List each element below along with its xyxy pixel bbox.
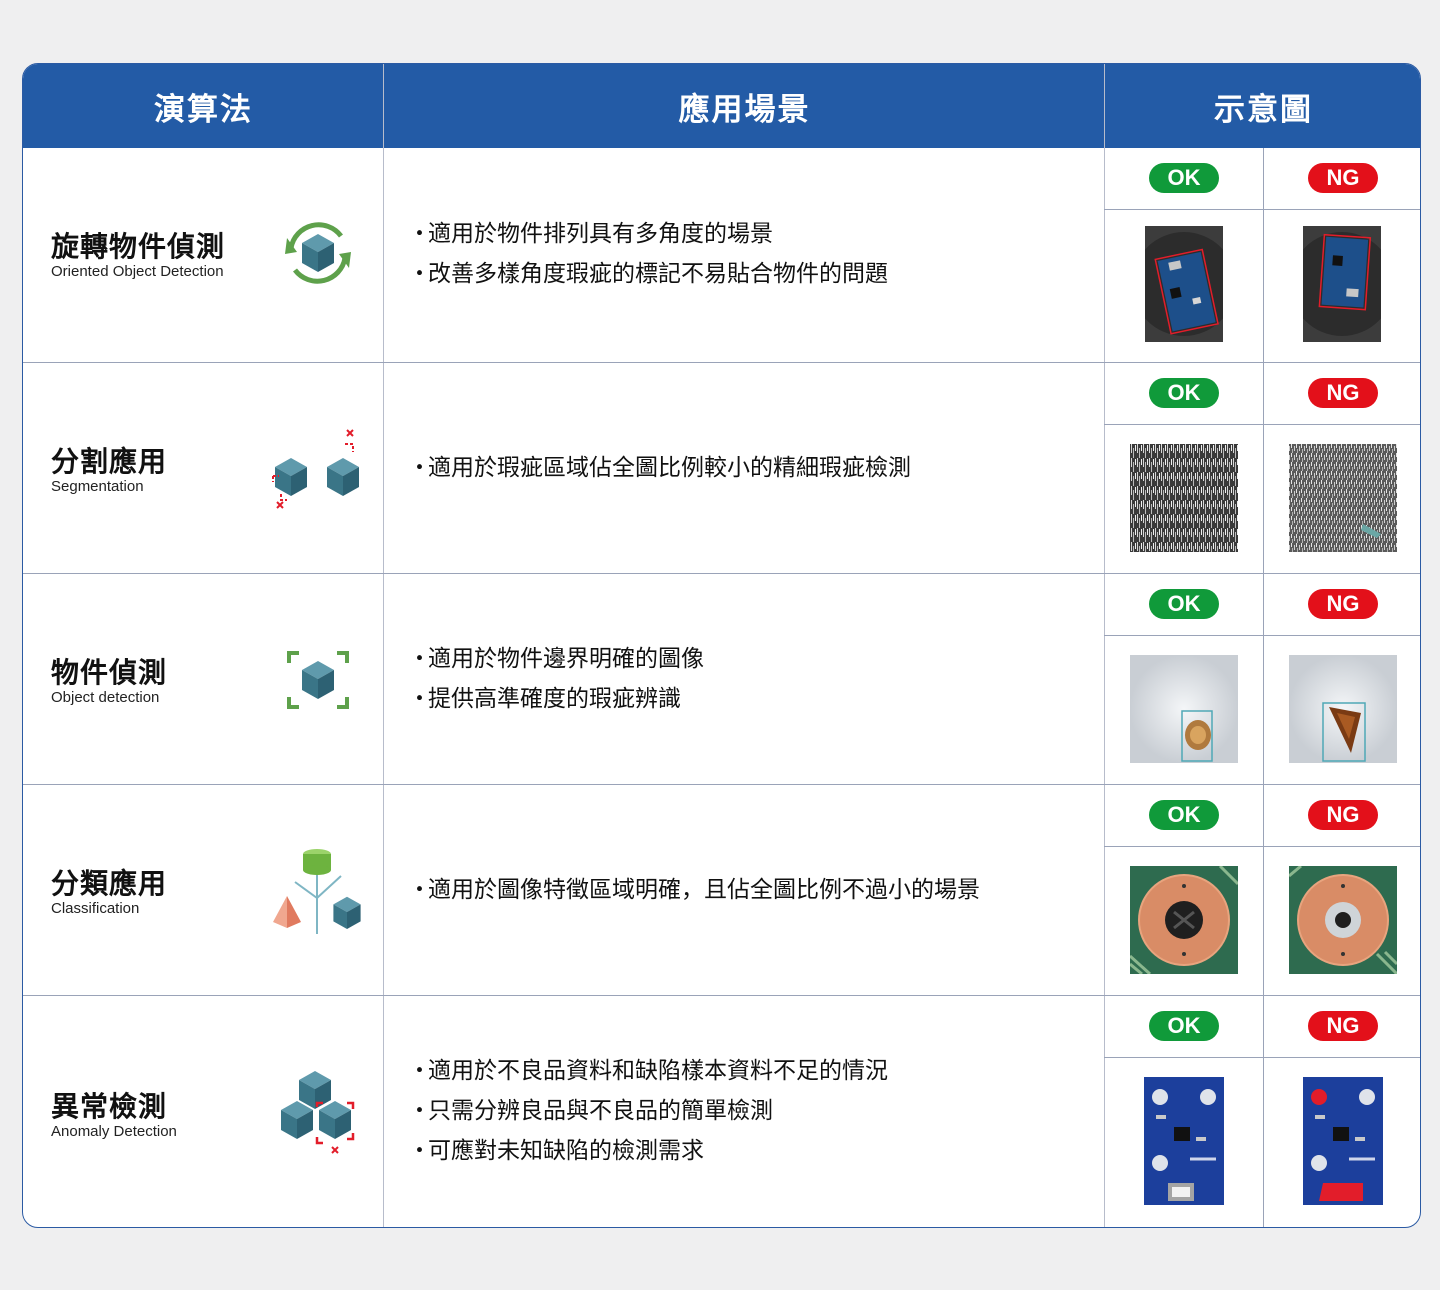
header-illustration: 示意圖: [1214, 91, 1313, 128]
detect-cube-icon: [287, 651, 349, 709]
ng-badge: NG: [1308, 1011, 1378, 1041]
ok-badge: OK: [1149, 163, 1219, 193]
scenario-cell: 適用於圖像特徵區域明確，且佔全圖比例不過小的場景: [406, 870, 1126, 910]
scenario-bullet: 適用於瑕疵區域佔全圖比例較小的精細瑕疵檢測: [406, 448, 1126, 488]
scenario-bullet: 適用於不良品資料和缺陷樣本資料不足的情況: [406, 1051, 1126, 1091]
segment-cubes-icon: [272, 429, 359, 509]
algorithm-name-en: Anomaly Detection: [51, 1123, 177, 1140]
algorithm-name: 物件偵測: [51, 656, 168, 689]
ok-sample-image: [1130, 655, 1238, 763]
table-row: 異常檢測 Anomaly Detection 適用於不良品資料和缺陷樣本資料不足…: [23, 995, 1420, 1227]
table-row: 分類應用 Classification 適用於圖像特徵區域明確，且佔全圖比例不過…: [23, 784, 1420, 995]
ng-badge: NG: [1308, 800, 1378, 830]
ng-sample-image: [1289, 866, 1397, 974]
algorithm-name-en: Object detection: [51, 689, 160, 706]
ng-sample-image: [1303, 226, 1381, 342]
algorithm-name: 旋轉物件偵測: [51, 230, 226, 263]
algorithm-name-en: Classification: [51, 900, 140, 917]
algorithm-name: 異常檢測: [51, 1090, 168, 1123]
algorithm-table: 演算法 應用場景 示意圖 旋轉物件偵測 Oriented Object Dete…: [22, 63, 1421, 1228]
scenario-bullet: 適用於物件邊界明確的圖像: [406, 639, 1126, 679]
ng-sample-image: [1289, 655, 1397, 763]
ok-badge: OK: [1149, 378, 1219, 408]
ok-badge: OK: [1149, 589, 1219, 619]
classify-shapes-icon: [273, 849, 361, 934]
algorithm-name: 分類應用: [51, 867, 168, 900]
ok-sample-image: [1130, 866, 1238, 974]
table-row: 分割應用 Segmentation 適用於瑕疵區域佔全圖比例較小的精細瑕疵檢測 …: [23, 362, 1420, 573]
ok-sample-image: [1145, 226, 1223, 342]
table-row: 旋轉物件偵測 Oriented Object Detection 適用於物件排列…: [23, 148, 1420, 362]
scenario-cell: 適用於不良品資料和缺陷樣本資料不足的情況 只需分辨良品與不良品的簡單檢測 可應對…: [406, 1051, 1126, 1171]
scenario-bullet: 改善多樣角度瑕疵的標記不易貼合物件的問題: [406, 254, 1126, 294]
header-algorithm: 演算法: [154, 91, 253, 128]
ng-badge: NG: [1308, 163, 1378, 193]
header-scenario: 應用場景: [678, 91, 811, 128]
ng-sample-image: [1289, 444, 1397, 552]
table-row: 物件偵測 Object detection 適用於物件邊界明確的圖像 提供高準確…: [23, 573, 1420, 784]
table-header: 演算法 應用場景 示意圖: [23, 64, 1420, 148]
scenario-bullet: 提供高準確度的瑕疵辨識: [406, 679, 1126, 719]
ok-sample-image: [1144, 1077, 1224, 1205]
anomaly-cubes-icon: [281, 1071, 355, 1154]
algorithm-name-en: Segmentation: [51, 478, 144, 495]
scenario-cell: 適用於瑕疵區域佔全圖比例較小的精細瑕疵檢測: [406, 448, 1126, 488]
scenario-bullet: 適用於物件排列具有多角度的場景: [406, 214, 1126, 254]
ok-sample-image: [1130, 444, 1238, 552]
scenario-bullet: 只需分辨良品與不良品的簡單檢測: [406, 1091, 1126, 1131]
scenario-bullet: 適用於圖像特徵區域明確，且佔全圖比例不過小的場景: [406, 870, 1126, 910]
ng-badge: NG: [1308, 589, 1378, 619]
ok-badge: OK: [1149, 800, 1219, 830]
algorithm-name-en: Oriented Object Detection: [51, 263, 224, 280]
ok-badge: OK: [1149, 1011, 1219, 1041]
scenario-cell: 適用於物件邊界明確的圖像 提供高準確度的瑕疵辨識: [406, 639, 1126, 719]
scenario-cell: 適用於物件排列具有多角度的場景 改善多樣角度瑕疵的標記不易貼合物件的問題: [406, 214, 1126, 294]
algorithm-name: 分割應用: [51, 445, 168, 478]
ng-sample-image: [1303, 1077, 1383, 1205]
rotate-cube-icon: [285, 222, 351, 284]
scenario-bullet: 可應對未知缺陷的檢測需求: [406, 1131, 1126, 1171]
ng-badge: NG: [1308, 378, 1378, 408]
